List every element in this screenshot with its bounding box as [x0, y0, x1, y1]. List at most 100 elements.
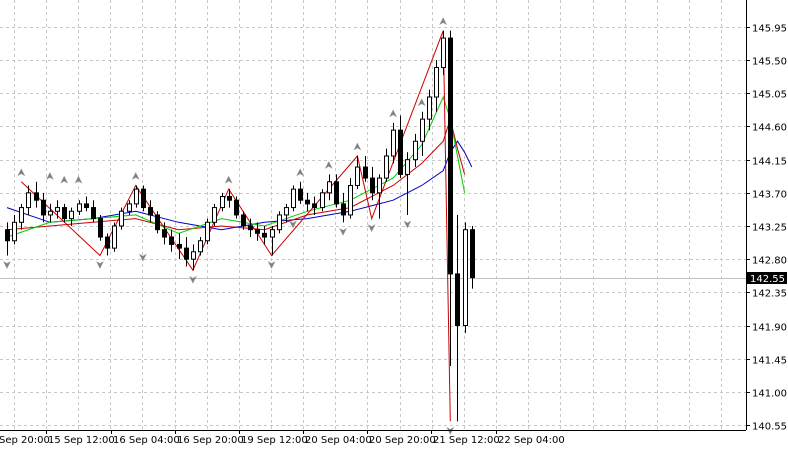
candle — [205, 218, 210, 245]
candle — [141, 185, 146, 212]
time-tick-label: 16 Sep 20:00 — [177, 435, 244, 446]
candle-body-bullish — [420, 118, 425, 142]
candle — [134, 185, 139, 208]
candle-body-bullish — [384, 155, 389, 179]
candle-body-bearish — [105, 236, 110, 249]
candle-body-bearish — [255, 229, 260, 234]
candle-body-bearish — [298, 188, 303, 201]
candle-body-bearish — [370, 177, 375, 194]
candle-body-bearish — [227, 196, 232, 201]
candle — [291, 185, 296, 212]
candle-body-bullish — [405, 159, 410, 175]
candle-body-bullish — [205, 221, 210, 242]
candle-body-bearish — [334, 181, 339, 205]
price-tick-label: 144.60 — [752, 123, 787, 134]
candle-body-bullish — [348, 184, 353, 216]
candle-body-bearish — [91, 207, 96, 220]
time-tick-label: 15 Sep 12:00 — [48, 435, 115, 446]
candle-body-bearish — [155, 214, 160, 231]
candle-body-bullish — [119, 210, 124, 227]
price-tick-label: 145.95 — [752, 24, 787, 35]
candle — [112, 222, 117, 252]
chart-background — [0, 0, 788, 454]
candle-body-bearish — [455, 273, 460, 327]
candle-body-bullish — [284, 207, 289, 216]
candle-body-bullish — [355, 166, 360, 186]
price-tick-label: 144.15 — [752, 157, 787, 168]
price-tick-label: 142.80 — [752, 256, 787, 267]
candle-body-bullish — [441, 37, 446, 69]
time-tick-label: Sep 20:00 — [0, 435, 50, 446]
candle-body-bullish — [48, 210, 53, 216]
grid-lines — [0, 0, 788, 454]
candle-body-bullish — [413, 140, 418, 161]
price-chart[interactable]: 145.95 145.50 145.05 144.60 144.15 143.70 143.… — [0, 0, 788, 454]
candle-body-bullish — [212, 207, 217, 223]
price-tick-label: 141.00 — [752, 389, 787, 400]
time-tick-label: 21 Sep 12:00 — [433, 435, 500, 446]
candle — [98, 214, 103, 241]
candle-body-bearish — [248, 225, 253, 231]
candle-body-bearish — [169, 236, 174, 245]
candle — [212, 203, 217, 226]
candle-body-bearish — [34, 192, 39, 201]
time-tick-label: 20 Sep 04:00 — [305, 435, 372, 446]
candle-body-bullish — [198, 240, 203, 253]
candle-body-bearish — [398, 129, 403, 175]
candle — [119, 207, 124, 230]
price-tick-label: 140.55 — [752, 422, 787, 433]
time-tick-label: 20 Sep 20:00 — [369, 435, 436, 446]
candle-body-bearish — [341, 203, 346, 216]
candle-body-bullish — [191, 251, 196, 260]
candle-body-bullish — [112, 225, 117, 249]
candle-body-bullish — [270, 229, 275, 238]
candle — [234, 196, 239, 219]
current-price-badge-group: 142.55 — [747, 272, 787, 285]
candle-body-bearish — [234, 199, 239, 216]
price-tick-label: 143.70 — [752, 190, 787, 201]
candle-body-bullish — [26, 192, 31, 209]
price-tick-label: 142.35 — [752, 289, 787, 300]
candle-body-bearish — [312, 203, 317, 209]
candle-body-bearish — [141, 188, 146, 209]
candle — [155, 211, 160, 234]
candle-body-bullish — [134, 188, 139, 205]
candle-body-bullish — [463, 229, 468, 326]
price-tick-label: 141.45 — [752, 356, 787, 367]
candle-body-bullish — [69, 210, 74, 220]
candle-body-bearish — [363, 166, 368, 179]
candle-body-bearish — [148, 207, 153, 216]
candle-body-bullish — [19, 207, 24, 223]
price-tick-label: 145.50 — [752, 57, 787, 68]
candle-body-bearish — [41, 199, 46, 216]
candle-body-bullish — [434, 67, 439, 98]
price-tick-label: 141.90 — [752, 323, 787, 334]
time-tick-label: 16 Sep 04:00 — [113, 435, 180, 446]
candle-body-bearish — [5, 229, 10, 242]
candle-body-bearish — [305, 199, 310, 205]
price-tick-label: 143.25 — [752, 223, 787, 234]
candle-body-bearish — [184, 247, 189, 260]
candle-body-bullish — [391, 129, 396, 157]
candle-body-bullish — [77, 203, 82, 212]
time-tick-label: 19 Sep 12:00 — [241, 435, 308, 446]
candle — [277, 211, 282, 234]
price-tick-label: 145.05 — [752, 90, 787, 101]
candle-body-bearish — [241, 214, 246, 227]
candle-body-bearish — [98, 218, 103, 238]
candle-body-bullish — [220, 196, 225, 209]
candle-body-bearish — [448, 37, 453, 275]
candle-body-bearish — [62, 207, 67, 220]
candle-body-bearish — [262, 232, 267, 238]
current-price-label: 142.55 — [750, 274, 785, 285]
candle-body-bullish — [12, 221, 17, 242]
candle-body-bullish — [55, 207, 60, 212]
candle-body-bullish — [291, 188, 296, 209]
candle-body-bearish — [470, 229, 475, 279]
candle-body-bullish — [427, 96, 432, 120]
candle-body-bullish — [320, 192, 325, 209]
chart-canvas[interactable]: 145.95 145.50 145.05 144.60 144.15 143.70 143.… — [0, 0, 788, 454]
candle-body-bullish — [377, 177, 382, 194]
candle-body-bearish — [84, 203, 89, 209]
candle — [320, 189, 325, 212]
